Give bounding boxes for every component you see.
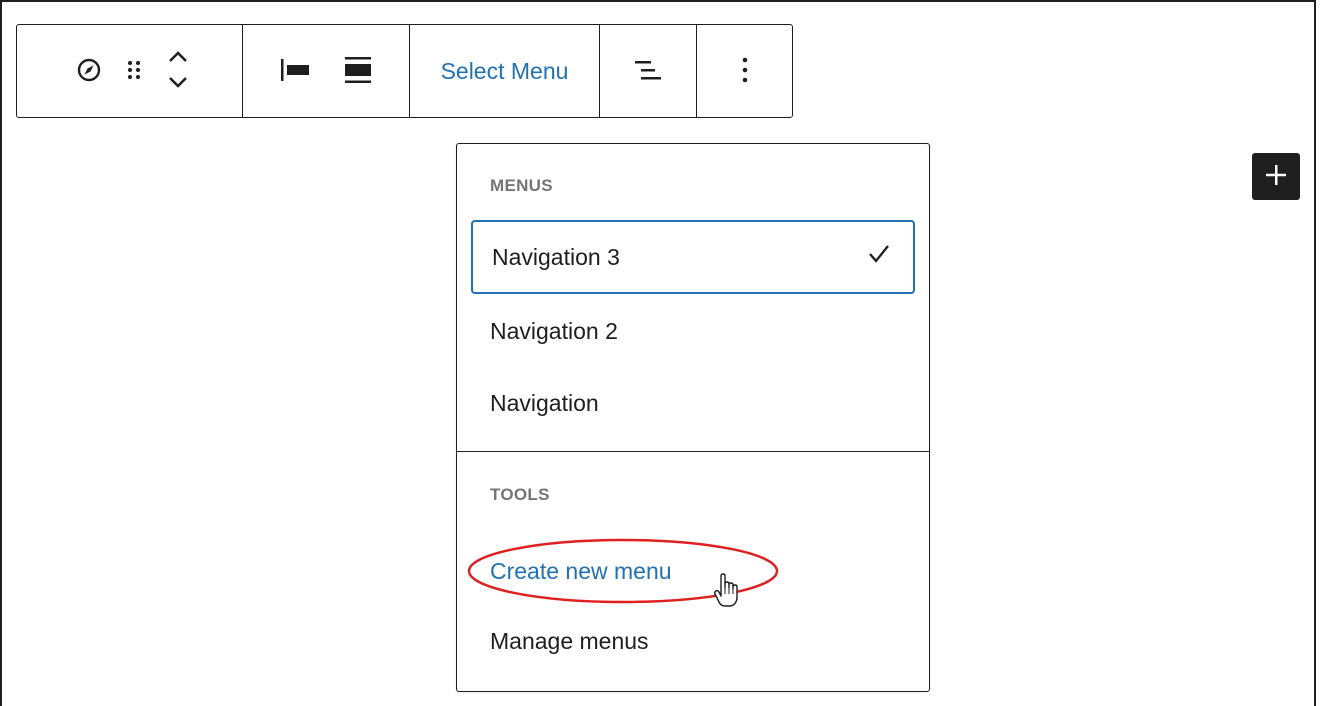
menu-option-navigation-2[interactable]: Navigation 2	[471, 294, 915, 368]
compass-icon	[76, 57, 102, 86]
more-options-button[interactable]	[740, 55, 750, 88]
justify-center-icon	[343, 55, 373, 88]
menu-option-label: Navigation	[490, 389, 599, 416]
chevron-up-icon	[166, 49, 190, 68]
drag-handle-button[interactable]	[124, 57, 144, 86]
manage-menus-option[interactable]: Manage menus	[471, 604, 915, 678]
plus-icon	[1264, 163, 1288, 190]
menu-option-navigation-3[interactable]: Navigation 3	[471, 220, 915, 294]
move-down-button[interactable]	[166, 74, 190, 93]
select-menu-dropdown: MENUS Navigation 3 Navigation 2 Navigati…	[456, 143, 930, 692]
menu-option-label: Navigation 2	[490, 317, 618, 344]
navigation-block-button[interactable]	[76, 57, 102, 86]
tools-heading: TOOLS	[490, 485, 550, 504]
drag-handle-icon	[124, 57, 144, 86]
chevron-down-icon	[166, 74, 190, 93]
justify-center-button[interactable]	[343, 55, 373, 88]
justify-left-icon	[279, 56, 313, 87]
toolbar-group-block	[17, 25, 243, 117]
menu-option-label: Navigation 3	[492, 243, 620, 270]
toolbar-group-align	[243, 25, 410, 117]
toolbar-group-menu: Select Menu	[410, 25, 600, 117]
section-divider	[457, 451, 929, 452]
block-toolbar: Select Menu	[16, 24, 793, 118]
add-block-button[interactable]	[1252, 153, 1300, 200]
checkmark-icon	[867, 243, 891, 271]
move-controls	[166, 49, 190, 93]
select-menu-button[interactable]: Select Menu	[435, 57, 575, 86]
menu-option-navigation[interactable]: Navigation	[471, 366, 915, 440]
move-up-button[interactable]	[166, 49, 190, 68]
list-view-icon	[633, 56, 663, 87]
more-options-icon	[740, 55, 750, 88]
create-new-menu-option[interactable]: Create new menu	[471, 534, 915, 608]
toolbar-group-list	[600, 25, 697, 117]
tool-option-label: Manage menus	[490, 627, 649, 654]
tool-option-label: Create new menu	[490, 557, 672, 584]
list-view-button[interactable]	[633, 56, 663, 87]
menus-heading: MENUS	[490, 176, 553, 195]
toolbar-group-options	[697, 25, 792, 117]
justify-left-button[interactable]	[279, 56, 313, 87]
